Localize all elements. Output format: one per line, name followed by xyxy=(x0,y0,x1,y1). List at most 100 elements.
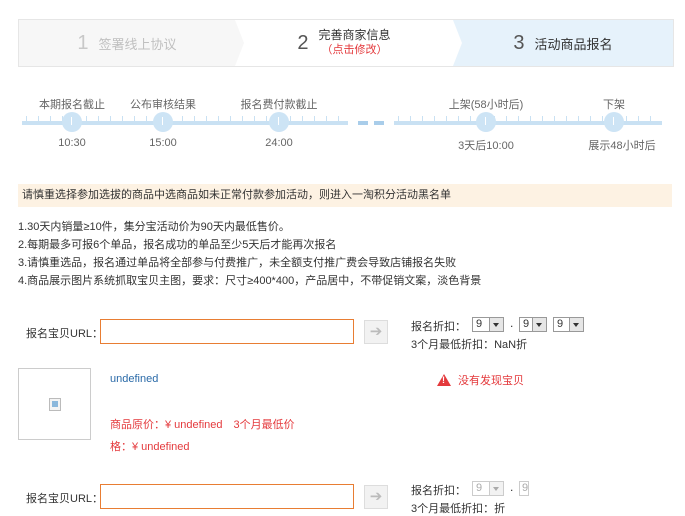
timeline-tick xyxy=(206,116,207,121)
milestone-time: 展示48小时后 xyxy=(588,140,656,152)
timeline-tick xyxy=(134,116,135,121)
milestone-dot xyxy=(604,112,624,132)
step-sign-agreement: 1 签署线上协议 xyxy=(19,20,244,66)
schedule-timeline: 本期报名截止 公布审核结果 报名费付款截止 上架(58小时后) 下架 10:30… xyxy=(22,93,662,153)
rule-item: 3.请慎重选品，报名通过单品将全部参与付费推广，未全额支付推广费会导致店铺报名失… xyxy=(18,257,457,269)
step-label: 活动商品报名 xyxy=(534,36,613,52)
discount-select-3[interactable]: 9 xyxy=(553,317,584,332)
timeline-tick xyxy=(422,116,423,121)
edit-merchant-info-link[interactable]: （点击修改） xyxy=(322,43,388,58)
product-url-input[interactable] xyxy=(100,319,354,344)
discount-label: 报名折扣： xyxy=(411,485,466,497)
milestone-time: 10:30 xyxy=(58,137,86,149)
step-number: 1 xyxy=(77,31,89,54)
step-number: 2 xyxy=(297,31,309,54)
discount-select-2[interactable]: 9 xyxy=(519,481,529,496)
step-product-signup: 3 活动商品报名 xyxy=(453,20,673,66)
timeline-tick xyxy=(242,116,243,121)
timeline-tick xyxy=(578,116,579,121)
discount-select-1[interactable]: 9 xyxy=(472,317,504,332)
milestone-dot xyxy=(153,112,173,132)
milestone-label: 本期报名截止 xyxy=(39,99,105,111)
timeline-tick xyxy=(326,116,327,121)
rules-list: 1.30天内销量≥10件，集分宝活动价为90天内最低售价。 2.每期最多可报6个… xyxy=(18,218,481,290)
timeline-tick xyxy=(146,116,147,121)
step-arrow xyxy=(453,20,462,66)
submit-url-button[interactable]: ➔ xyxy=(364,320,388,344)
milestone-time: 3天后10:00 xyxy=(458,140,514,152)
step-arrow xyxy=(235,20,244,66)
timeline-tick xyxy=(446,116,447,121)
step-progress: 1 签署线上协议 2 完善商家信息 （点击修改） 3 活动商品报名 xyxy=(18,19,674,67)
product-price-continued: 格：¥ undefined xyxy=(110,441,190,453)
timeline-tick xyxy=(254,116,255,121)
timeline-tick xyxy=(650,116,651,121)
step-number: 3 xyxy=(513,31,525,54)
rule-item: 4.商品展示图片系统抓取宝贝主图，要求：尺寸≥400*400，产品居中，不带促销… xyxy=(18,275,482,287)
timeline-tick xyxy=(218,116,219,121)
milestone-label: 上架(58小时后) xyxy=(448,99,524,111)
timeline-tick xyxy=(314,116,315,121)
timeline-tick xyxy=(26,116,27,121)
timeline-tick xyxy=(566,116,567,121)
decimal-point: . xyxy=(510,480,514,494)
decimal-point: . xyxy=(510,316,514,330)
timeline-tick xyxy=(458,116,459,121)
timeline-gap xyxy=(358,121,368,125)
discount-label: 报名折扣： xyxy=(411,321,466,333)
timeline-tick xyxy=(338,116,339,121)
warning-icon xyxy=(437,374,451,386)
timeline-tick xyxy=(602,116,603,121)
milestone-label: 报名费付款截止 xyxy=(240,99,318,111)
timeline-tick xyxy=(302,116,303,121)
submit-url-button-2[interactable]: ➔ xyxy=(364,485,388,509)
timeline-tick xyxy=(230,116,231,121)
milestone-time: 24:00 xyxy=(265,137,293,149)
timeline-tick xyxy=(122,116,123,121)
broken-image-icon xyxy=(49,398,61,411)
milestone-dot xyxy=(62,112,82,132)
url-label: 报名宝贝URL： xyxy=(26,493,104,505)
rule-item: 1.30天内销量≥10件，集分宝活动价为90天内最低售价。 xyxy=(18,221,290,233)
warning-text: 没有发现宝贝 xyxy=(458,375,524,387)
timeline-tick xyxy=(590,116,591,121)
timeline-tick xyxy=(542,116,543,121)
not-found-warning: 没有发现宝贝 xyxy=(437,372,524,388)
timeline-tick xyxy=(638,116,639,121)
timeline-tick xyxy=(398,116,399,121)
timeline-tick xyxy=(86,116,87,121)
chevron-down-icon xyxy=(569,318,583,331)
milestone-dot xyxy=(269,112,289,132)
timeline-gap xyxy=(374,121,384,125)
timeline-tick xyxy=(182,116,183,121)
discount-select-1[interactable]: 9 xyxy=(472,481,504,496)
timeline-tick xyxy=(410,116,411,121)
product-url-input-2[interactable] xyxy=(100,484,354,509)
arrow-right-icon: ➔ xyxy=(369,323,383,340)
milestone-label: 公布审核结果 xyxy=(130,99,196,111)
chevron-down-icon xyxy=(532,318,546,331)
timeline-tick xyxy=(50,116,51,121)
timeline-tick xyxy=(434,116,435,121)
lowest-discount-text: 3个月最低折扣：折 xyxy=(411,503,506,515)
timeline-tick xyxy=(266,116,267,121)
step-label: 签署线上协议 xyxy=(98,36,177,52)
step-merchant-info: 2 完善商家信息 （点击修改） xyxy=(235,20,462,66)
timeline-tick xyxy=(530,116,531,121)
product-name-link[interactable]: undefined xyxy=(110,373,158,385)
step-label: 完善商家信息 xyxy=(318,28,391,42)
product-thumbnail xyxy=(18,368,91,440)
url-label: 报名宝贝URL： xyxy=(26,328,104,340)
timeline-tick xyxy=(110,116,111,121)
milestone-label: 下架 xyxy=(603,99,625,111)
discount-select-2[interactable]: 9 xyxy=(519,317,547,332)
arrow-right-icon: ➔ xyxy=(369,488,383,505)
rule-item: 2.每期最多可报6个单品，报名成功的单品至少5天后才能再次报名 xyxy=(18,239,337,251)
chevron-down-icon xyxy=(489,318,503,331)
timeline-tick xyxy=(554,116,555,121)
timeline-tick xyxy=(470,116,471,121)
timeline-tick xyxy=(626,116,627,121)
milestone-time: 15:00 xyxy=(149,137,177,149)
timeline-tick xyxy=(194,116,195,121)
milestone-dot xyxy=(476,112,496,132)
